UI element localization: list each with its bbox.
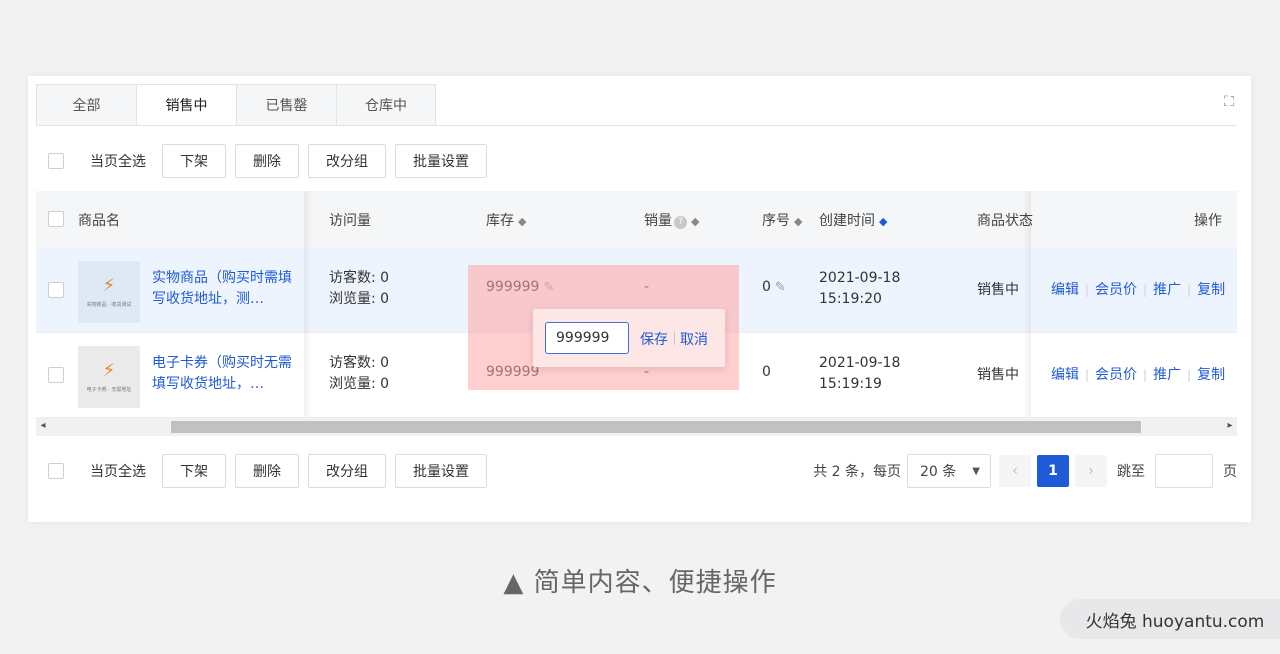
product-name-link[interactable]: 电子卡券（购买时无需填写收货地址，… xyxy=(152,353,292,395)
watermark: 火焰兔 huoyantu.com xyxy=(1060,599,1280,639)
col-seq[interactable]: 序号 ◆ xyxy=(762,210,802,230)
sort-icon[interactable]: ◆ xyxy=(794,215,802,228)
col-seq-label: 序号 xyxy=(762,213,790,229)
row-actions: 编辑 | 会员价 | 推广 | 复制 xyxy=(1051,282,1226,298)
next-page-icon[interactable]: › xyxy=(1075,455,1107,487)
col-name: 商品名 xyxy=(78,213,120,229)
change-group-button[interactable]: 改分组 xyxy=(308,454,386,488)
fixed-column-shadow xyxy=(1023,191,1031,417)
caret-down-icon: ▼ xyxy=(972,465,980,477)
product-logo-icon: ⚡ xyxy=(102,359,116,381)
select-all-label: 当页全选 xyxy=(90,464,146,480)
created-time: 15:19:19 xyxy=(819,376,882,392)
scroll-left-icon[interactable]: ◂ xyxy=(36,420,50,431)
edit-link[interactable]: 编辑 xyxy=(1051,282,1079,298)
unlist-button[interactable]: 下架 xyxy=(162,144,226,178)
scroll-right-icon[interactable]: ▸ xyxy=(1223,420,1237,431)
tabs-divider xyxy=(36,125,1237,126)
row-actions: 编辑 | 会员价 | 推广 | 复制 xyxy=(1051,367,1226,383)
fixed-column-shadow xyxy=(304,191,312,417)
col-created-label: 创建时间 xyxy=(819,213,875,229)
batch-settings-button[interactable]: 批量设置 xyxy=(395,454,487,488)
page-size-value: 20 条 xyxy=(920,464,957,480)
jump-label: 跳至 xyxy=(1117,464,1145,480)
edit-link[interactable]: 编辑 xyxy=(1051,367,1079,383)
visitor-count: 访客数: 0 xyxy=(329,355,390,371)
stock-edit-popover: 保存 取消 xyxy=(533,309,725,367)
visitor-count: 访客数: 0 xyxy=(329,270,390,286)
seq-value: 0 xyxy=(762,279,771,295)
tab-on-sale[interactable]: 销售中 xyxy=(136,84,236,126)
sort-active-icon[interactable]: ◆ xyxy=(879,215,887,228)
table-header: 商品名 访问量 库存 ◆ 销量? ◆ 序号 ◆ 创建时间 ◆ 商品状态 操作 xyxy=(36,191,1237,248)
total-count: 共 2 条，每页 xyxy=(813,464,901,480)
member-price-link[interactable]: 会员价 xyxy=(1095,367,1137,383)
product-logo-icon: ⚡ xyxy=(102,274,116,296)
status-tabs: 全部 销售中 已售罄 仓库中 xyxy=(36,84,436,126)
created-date: 2021-09-18 xyxy=(819,270,901,286)
delete-button[interactable]: 删除 xyxy=(235,144,299,178)
select-all-checkbox[interactable] xyxy=(48,463,64,479)
copy-link[interactable]: 复制 xyxy=(1197,367,1225,383)
created-time: 15:19:20 xyxy=(819,291,882,307)
caption: ▲ 简单内容、便捷操作 xyxy=(503,568,777,598)
prev-page-icon[interactable]: ‹ xyxy=(999,455,1031,487)
pagination: 共 2 条，每页 20 条 ▼ ‹ 1 › 跳至 页 xyxy=(813,454,1237,488)
bulk-actions-bottom: 当页全选 下架 删除 改分组 批量设置 xyxy=(48,454,496,488)
col-stock[interactable]: 库存 ◆ xyxy=(486,210,526,230)
jump-page-input[interactable] xyxy=(1155,454,1213,488)
cancel-link[interactable]: 取消 xyxy=(680,329,708,349)
product-thumbnail[interactable]: ⚡ 电子卡券 · 无需地址 xyxy=(78,346,140,408)
tab-all[interactable]: 全部 xyxy=(36,84,136,126)
unlist-button[interactable]: 下架 xyxy=(162,454,226,488)
sort-icon[interactable]: ◆ xyxy=(518,215,526,228)
col-stock-label: 库存 xyxy=(486,213,514,229)
select-all-checkbox[interactable] xyxy=(48,153,64,169)
stock-edit-input[interactable] xyxy=(545,322,629,354)
bulk-actions-top: 当页全选 下架 删除 改分组 批量设置 xyxy=(48,144,496,178)
copy-link[interactable]: 复制 xyxy=(1197,282,1225,298)
row-checkbox[interactable] xyxy=(48,282,64,298)
status-text: 销售中 xyxy=(977,282,1019,298)
promote-link[interactable]: 推广 xyxy=(1153,367,1181,383)
edit-pencil-icon[interactable]: ✎ xyxy=(775,280,786,295)
product-list-card: 全部 销售中 已售罄 仓库中 ⛶ 当页全选 下架 删除 改分组 批量设置 商品名… xyxy=(28,76,1251,522)
batch-settings-button[interactable]: 批量设置 xyxy=(395,144,487,178)
product-name-link[interactable]: 实物商品（购买时需填写收货地址，测… xyxy=(152,268,292,310)
view-count: 浏览量: 0 xyxy=(329,376,390,392)
tab-warehouse[interactable]: 仓库中 xyxy=(336,84,436,126)
row-checkbox[interactable] xyxy=(48,367,64,383)
horizontal-scrollbar[interactable]: ◂ ▸ xyxy=(36,418,1237,436)
page-size-select[interactable]: 20 条 ▼ xyxy=(907,454,991,488)
member-price-link[interactable]: 会员价 xyxy=(1095,282,1137,298)
divider xyxy=(674,331,675,345)
view-count: 浏览量: 0 xyxy=(329,291,390,307)
seq-cell: 0 ✎ xyxy=(762,279,786,295)
help-icon: ? xyxy=(674,216,687,229)
col-sales-label: 销量 xyxy=(644,213,672,229)
product-thumbnail[interactable]: ⚡ 实物商品 · 收货测试 xyxy=(78,261,140,323)
created-date: 2021-09-18 xyxy=(819,355,901,371)
delete-button[interactable]: 删除 xyxy=(235,454,299,488)
status-text: 销售中 xyxy=(977,367,1019,383)
select-all-label: 当页全选 xyxy=(90,154,146,170)
save-link[interactable]: 保存 xyxy=(640,329,668,349)
fullscreen-icon[interactable]: ⛶ xyxy=(1221,94,1237,110)
sort-icon[interactable]: ◆ xyxy=(691,215,699,228)
thumb-label: 电子卡券 · 无需地址 xyxy=(86,386,132,393)
tab-sold-out[interactable]: 已售罄 xyxy=(236,84,336,126)
col-ops: 操作 xyxy=(1194,213,1222,229)
col-visits: 访问量 xyxy=(329,213,371,229)
col-sales[interactable]: 销量? ◆ xyxy=(644,210,699,230)
page-number-current[interactable]: 1 xyxy=(1037,455,1069,487)
scrollbar-thumb[interactable] xyxy=(171,421,1141,433)
thumb-label: 实物商品 · 收货测试 xyxy=(86,301,132,308)
page-suffix: 页 xyxy=(1223,464,1237,480)
change-group-button[interactable]: 改分组 xyxy=(308,144,386,178)
promote-link[interactable]: 推广 xyxy=(1153,282,1181,298)
col-created[interactable]: 创建时间 ◆ xyxy=(819,210,887,230)
seq-value: 0 xyxy=(762,364,771,380)
header-checkbox[interactable] xyxy=(48,211,64,227)
